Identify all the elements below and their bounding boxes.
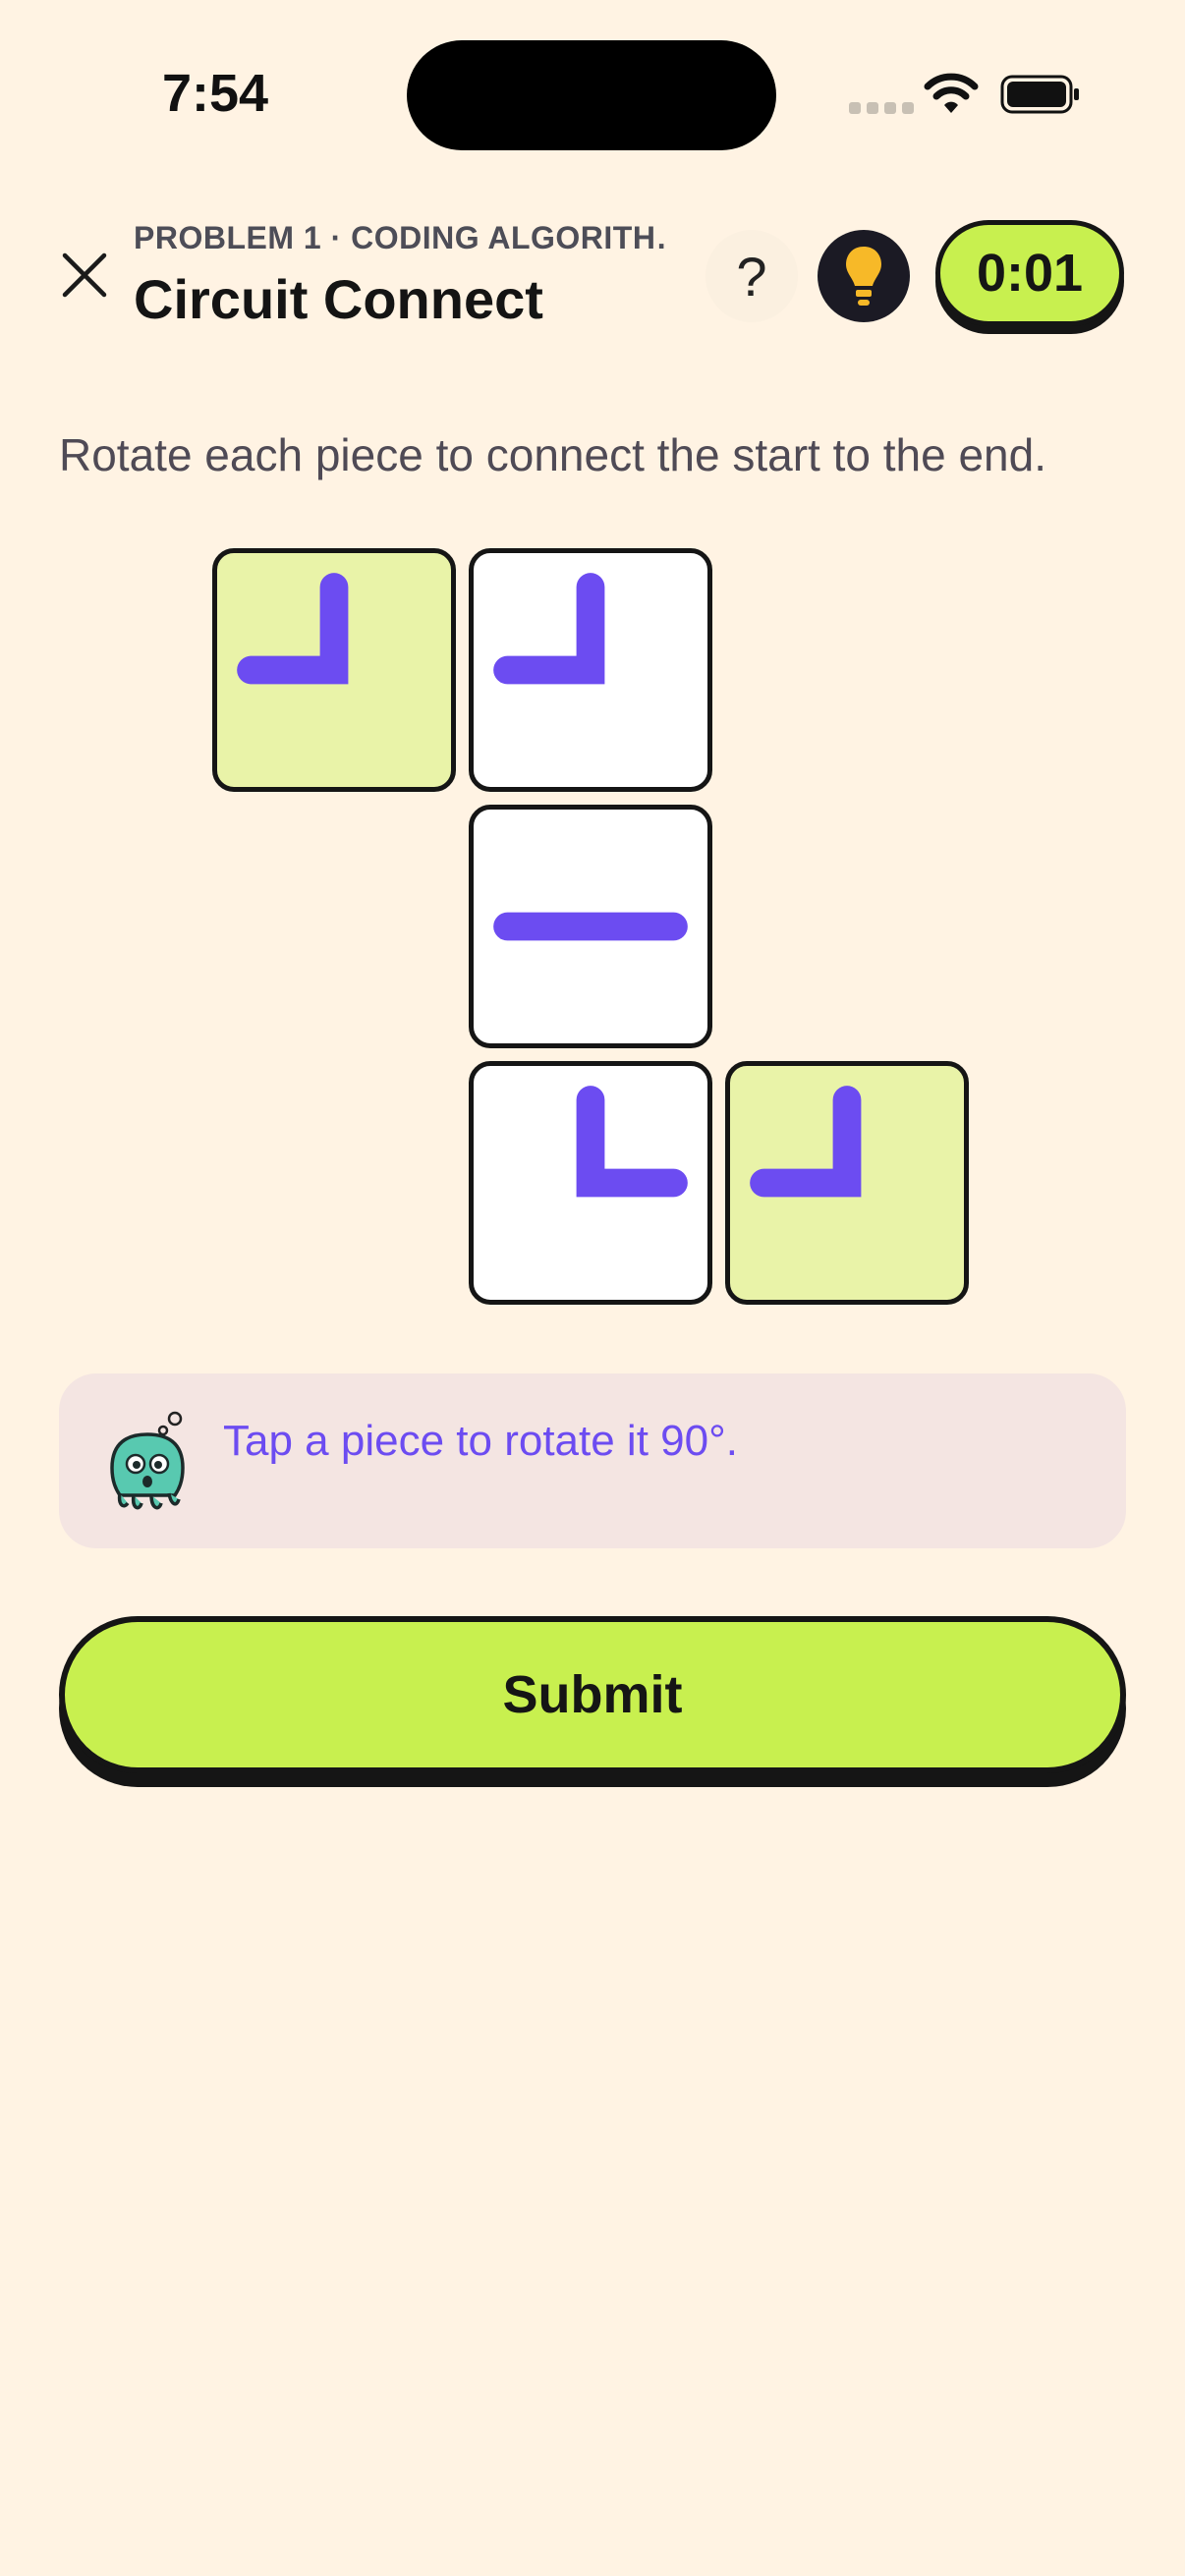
cellular-signal-icon: [849, 102, 914, 114]
instruction-text: Rotate each piece to connect the start t…: [59, 429, 1046, 480]
puzzle-tile[interactable]: [469, 548, 712, 792]
puzzle-tile[interactable]: [469, 805, 712, 1048]
problem-subtitle: PROBLEM 1 · CODING ALGORITH…: [134, 220, 669, 255]
lightbulb-icon: [846, 247, 881, 306]
submit-button[interactable]: Submit: [59, 1616, 1126, 1773]
puzzle-tile[interactable]: [469, 1061, 712, 1305]
corner-pipe-icon: [493, 573, 605, 685]
close-icon[interactable]: [57, 248, 112, 303]
straight-pipe-icon: [493, 912, 688, 941]
puzzle-tile-end[interactable]: [725, 1061, 969, 1305]
timer-badge: 0:01: [935, 220, 1124, 326]
puzzle-tile-start[interactable]: [212, 548, 456, 792]
question-mark-icon: ?: [736, 245, 767, 308]
dynamic-island: [407, 40, 776, 150]
octopus-mascot-icon: [110, 1411, 185, 1510]
corner-pipe-icon: [237, 573, 349, 685]
page-title: Circuit Connect: [134, 268, 543, 330]
corner-pipe-icon: [576, 1086, 688, 1198]
wifi-icon: [924, 73, 979, 113]
hint-button[interactable]: [818, 230, 910, 322]
hint-box: Tap a piece to rotate it 90°.: [59, 1373, 1126, 1548]
battery-icon: [1000, 75, 1079, 114]
help-button[interactable]: ?: [705, 230, 798, 322]
hint-text: Tap a piece to rotate it 90°.: [223, 1417, 738, 1465]
corner-pipe-icon: [750, 1086, 862, 1198]
status-time: 7:54: [162, 64, 269, 123]
